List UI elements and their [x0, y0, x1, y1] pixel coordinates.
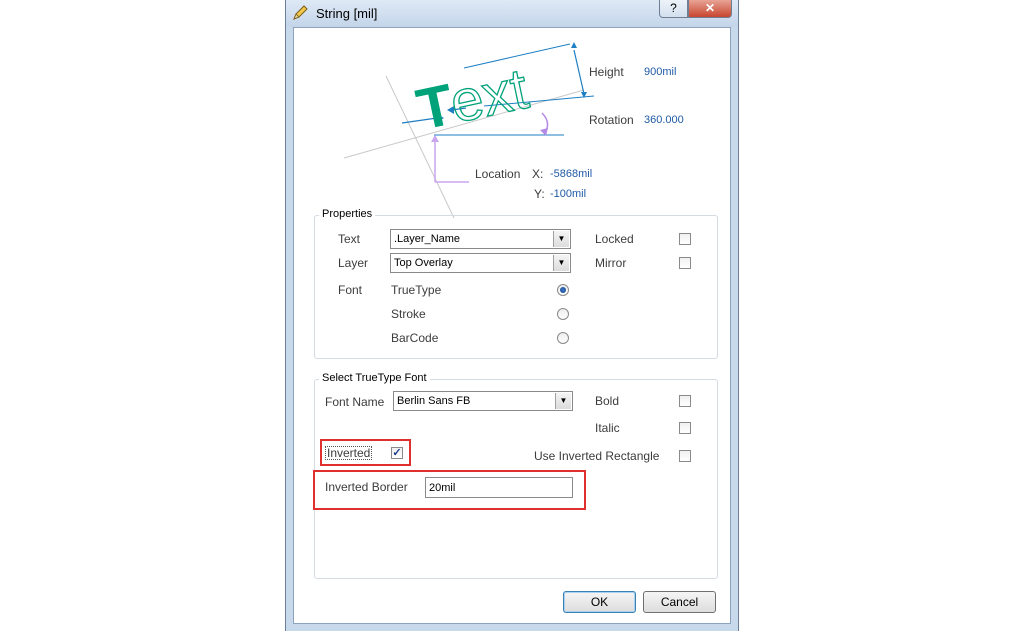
dialog-client: T ext Height 900mil Rotation 360.000 Loc…	[293, 27, 731, 624]
font-name-combo-value: Berlin Sans FB	[397, 395, 471, 407]
layer-combo[interactable]: Top Overlay ▼	[390, 253, 571, 273]
chevron-down-icon[interactable]: ▼	[555, 393, 571, 409]
use-inverted-rectangle-label: Use Inverted Rectangle	[534, 449, 660, 463]
height-label: Height	[589, 65, 624, 79]
string-dialog: String [mil] ? ✕ T ext Height 900mil Rot…	[285, 0, 739, 631]
locked-checkbox[interactable]	[679, 233, 691, 245]
truetype-group: Select TrueType Font Font Name Berlin Sa…	[313, 372, 718, 579]
chevron-down-icon[interactable]: ▼	[553, 231, 569, 247]
rotation-value: 360.000	[644, 114, 684, 126]
layer-label: Layer	[338, 256, 369, 270]
font-option-stroke-label: Stroke	[391, 307, 426, 321]
font-option-barcode-radio[interactable]	[557, 332, 569, 344]
text-combo[interactable]: .Layer_Name ▼	[390, 229, 571, 249]
inverted-border-label: Inverted Border	[325, 480, 408, 494]
font-option-barcode-label: BarCode	[391, 331, 439, 345]
location-x-label: X:	[532, 167, 544, 181]
truetype-group-title: Select TrueType Font	[319, 372, 430, 384]
font-label: Font	[338, 283, 363, 297]
font-option-truetype-radio[interactable]	[557, 284, 569, 296]
locked-label: Locked	[595, 232, 634, 246]
title-bar[interactable]: String [mil] ? ✕	[286, 0, 738, 27]
cancel-button[interactable]: Cancel	[643, 591, 716, 613]
text-diagram: T ext Height 900mil Rotation 360.000 Loc…	[294, 28, 730, 218]
mirror-checkbox[interactable]	[679, 257, 691, 269]
bold-checkbox[interactable]	[679, 395, 691, 407]
use-inverted-rectangle-checkbox[interactable]	[679, 450, 691, 462]
text-combo-value: .Layer_Name	[394, 233, 461, 245]
help-icon: ?	[670, 1, 677, 15]
inverted-border-input[interactable]	[426, 478, 572, 497]
text-label: Text	[338, 232, 361, 246]
checkmark-icon: ✓	[392, 447, 402, 459]
font-name-label: Font Name	[325, 395, 385, 409]
help-button[interactable]: ?	[659, 0, 688, 18]
properties-group: Properties Text .Layer_Name ▼ Layer Top …	[314, 208, 718, 359]
location-label: Location	[475, 167, 521, 181]
bold-label: Bold	[595, 394, 620, 408]
properties-group-title: Properties	[319, 208, 376, 220]
rotation-label: Rotation	[589, 113, 634, 127]
font-option-truetype-label: TrueType	[391, 283, 442, 297]
close-icon: ✕	[704, 1, 716, 15]
pencil-icon	[293, 5, 308, 20]
italic-label: Italic	[595, 421, 620, 435]
chevron-down-icon[interactable]: ▼	[553, 255, 569, 271]
inverted-checkbox[interactable]: ✓	[391, 447, 403, 459]
location-y-value: -100mil	[550, 188, 587, 200]
close-button[interactable]: ✕	[688, 0, 732, 18]
inverted-border-field[interactable]	[425, 477, 573, 498]
layer-combo-value: Top Overlay	[394, 257, 453, 269]
location-x-value: -5868mil	[550, 168, 593, 180]
mirror-label: Mirror	[595, 256, 627, 270]
italic-checkbox[interactable]	[679, 422, 691, 434]
diagram-sample-ext: ext	[444, 56, 533, 136]
inverted-label: Inverted	[325, 446, 373, 460]
ok-button[interactable]: OK	[563, 591, 636, 613]
location-y-label: Y:	[534, 187, 545, 201]
font-name-combo[interactable]: Berlin Sans FB ▼	[393, 391, 573, 411]
font-option-stroke-radio[interactable]	[557, 308, 569, 320]
window-title: String [mil]	[316, 6, 378, 21]
height-value: 900mil	[644, 66, 677, 78]
